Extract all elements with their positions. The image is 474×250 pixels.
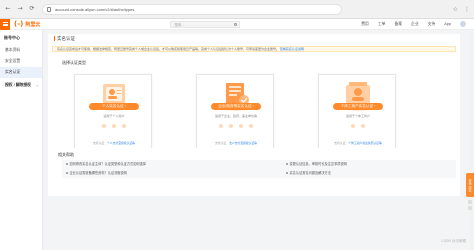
watermark: CSDN @无赖猴 [441, 239, 466, 243]
method-icon [219, 124, 223, 128]
console-search-input[interactable]: 搜索... [170, 20, 241, 28]
sidebar-item-security[interactable]: 安全设置 [0, 56, 42, 67]
brand-logo[interactable]: (-) 阿里云 [14, 20, 40, 28]
sidebar-item-profile[interactable]: 基本资料 [0, 45, 42, 56]
method-icons [319, 124, 397, 128]
business-owner-verification-card[interactable]: 个体工商户实名认证 › 适用于个体工商户 支持认证：个体工商户营业执照认证等 [318, 74, 396, 151]
browser-toolbar: ← → ⟳ account.console.aliyun.com/v2/#/au… [0, 0, 474, 19]
topbar-link-app[interactable]: App [444, 22, 451, 26]
search-placeholder: 搜索... [174, 22, 185, 27]
topbar-link-enterprise[interactable]: 企业 [411, 22, 419, 27]
method-icon [361, 124, 365, 128]
reload-icon[interactable]: ⟳ [28, 5, 36, 13]
help-title: 相关帮助 [58, 152, 74, 157]
logo-mark: (-) [14, 20, 24, 28]
section-label: 选择认证类型 [62, 60, 86, 65]
main-content: 实名认证 实名认证完成后才可使用，根据法律规定，阿里云账号完成个人或企业认证后，… [44, 30, 462, 250]
card-foot: 支持认证：法人支付宝授权认证等 [215, 141, 257, 145]
method-icon [112, 124, 116, 128]
sidebar-item-verification[interactable]: 实名认证 [0, 67, 42, 78]
bookmark-star-icon[interactable]: ☆ [453, 6, 458, 13]
forward-icon[interactable]: → [16, 5, 24, 13]
lock-icon [47, 6, 51, 12]
method-icon [239, 124, 243, 128]
card-subtitle: 适用于个体工商户 [345, 114, 370, 118]
enterprise-verification-card[interactable]: 企业/政府等实名认证 › 适用于企业、政府、事业单位等 支持认证：法人支付宝授权… [196, 74, 274, 151]
faq-item[interactable]: 变更认证信息，审核时长及注意事项说明 [286, 161, 347, 167]
page-title: 实名认证 [54, 36, 75, 41]
sidebar-title: 账号中心 [4, 35, 20, 40]
method-icons [75, 124, 153, 128]
card-subtitle: 适用于企业、政府、事业单位等 [214, 114, 257, 118]
personal-verification-card[interactable]: 个人实名认证 › 适用于个人用户 支持认证：个人支付宝授权认证等 [74, 74, 152, 151]
topbar-link-tickets[interactable]: 工单 [378, 22, 386, 27]
browser-menu-icon[interactable]: ⋮ [464, 6, 470, 13]
card-subtitle: 适用于个人用户 [103, 114, 125, 118]
sidebar: 账号中心 基本资料 安全设置 实名认证 授权 / 解除授权 › [0, 30, 43, 250]
help-panel: 相关帮助 如何修改实名认证主体？认证类型和认证方式如何选择 企业认证需准备哪些资… [48, 148, 460, 196]
address-url: account.console.aliyun.com/v2/#/authc/ty… [55, 6, 135, 12]
card-foot: 支持认证：个人支付宝授权认证等 [93, 141, 135, 145]
topbar-link-support[interactable]: 支持 [428, 22, 436, 27]
search-icon [234, 22, 238, 26]
card-foot-link[interactable]: 个人支付宝授权认证等 [107, 141, 135, 145]
back-icon[interactable]: ← [4, 5, 12, 13]
notice-text: 实名认证完成后才可使用，根据法律规定，阿里云账号完成个人或企业认证后，才可以购买… [57, 47, 280, 51]
method-icons [197, 124, 275, 128]
chevron-right-icon: › [36, 83, 38, 88]
address-bar[interactable]: account.console.aliyun.com/v2/#/authc/ty… [42, 3, 342, 15]
card-foot: 支持认证：个体工商户营业执照认证等 [334, 141, 382, 145]
float-tool-icon[interactable] [468, 200, 472, 204]
topbar-link-fees[interactable]: 费用 [361, 22, 369, 27]
console-topbar: (-) 阿里云 搜索... 费用 工单 备案 企业 支持 App [0, 18, 474, 30]
faq-item[interactable]: 企业认证需准备哪些资料？认证流程说明 [66, 170, 127, 176]
card-foot-link[interactable]: 个体工商户营业执照认证等 [348, 141, 382, 145]
business-owner-verify-button[interactable]: 个体工商户实名认证 › [333, 103, 383, 110]
sidebar-item-authorization[interactable]: 授权 / 解除授权 › [0, 80, 42, 91]
topbar-link-icp[interactable]: 备案 [394, 22, 402, 27]
float-tool-icon[interactable] [468, 206, 472, 210]
faq-item[interactable]: 实名认证常见问题及解决方法 [286, 170, 331, 176]
avatar[interactable] [460, 21, 466, 27]
method-icon [122, 124, 126, 128]
notice-banner: 实名认证完成后才可使用，根据法律规定，阿里云账号完成个人或企业认证后，才可以购买… [52, 46, 456, 52]
feedback-float-tab[interactable]: 咨询·建议 [466, 173, 474, 197]
method-icon [249, 124, 253, 128]
method-icon [229, 124, 233, 128]
page-scrollbar[interactable] [470, 31, 473, 250]
card-foot-link[interactable]: 法人支付宝授权认证等 [229, 141, 257, 145]
method-icon [102, 124, 106, 128]
notice-link[interactable]: 查看实名认证说明 [280, 47, 304, 51]
personal-verify-button[interactable]: 个人实名认证 › [89, 103, 139, 110]
enterprise-verify-button[interactable]: 企业/政府等实名认证 › [211, 103, 261, 110]
hamburger-menu-icon[interactable] [0, 18, 10, 30]
logo-text: 阿里云 [25, 21, 41, 28]
method-icon [351, 124, 355, 128]
faq-item[interactable]: 如何修改实名认证主体？认证类型和认证方式如何选择 [66, 161, 146, 167]
